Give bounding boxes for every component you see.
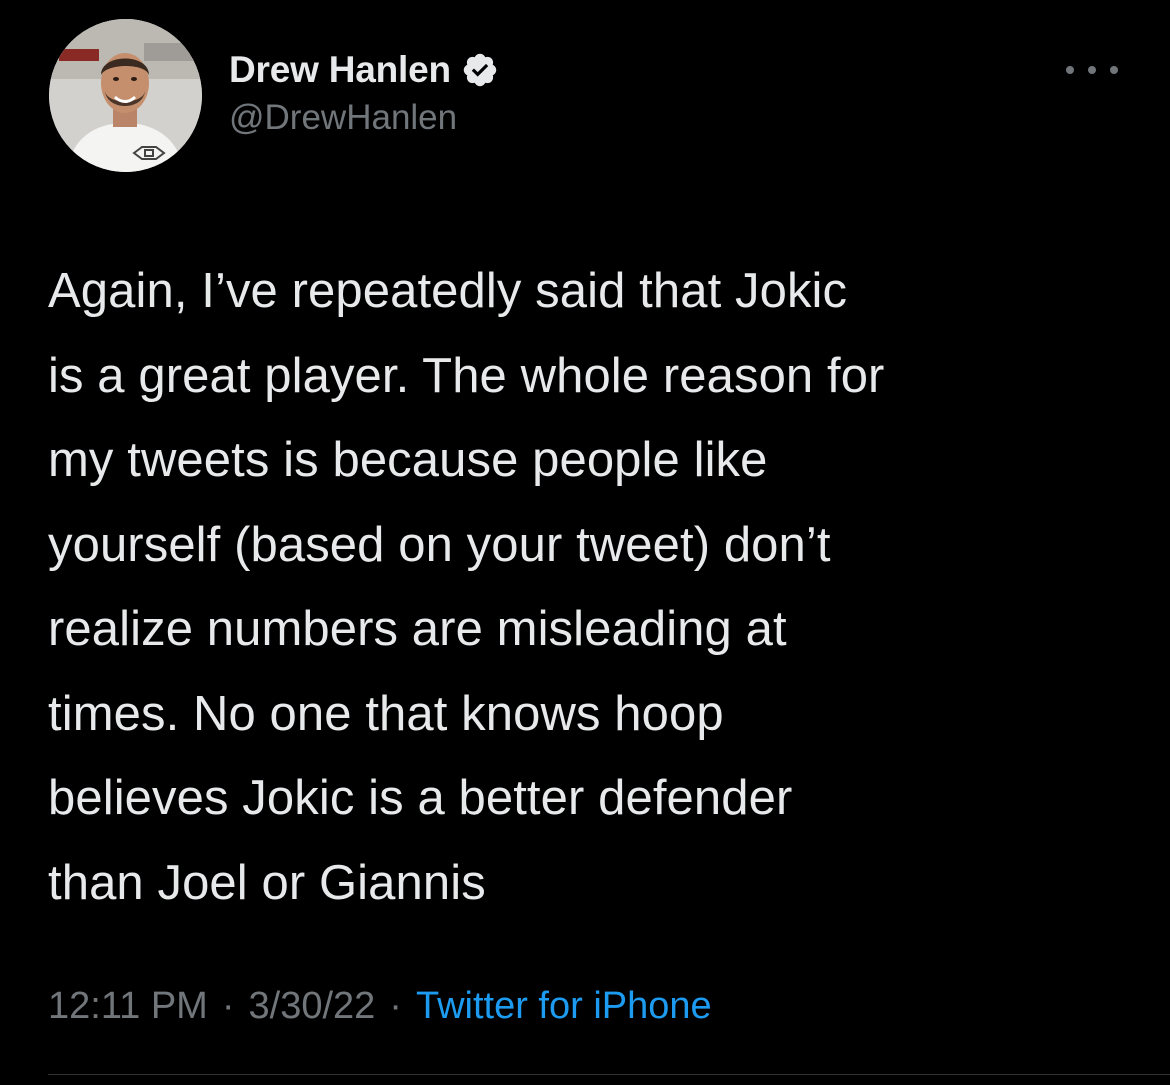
more-options-icon[interactable] bbox=[1066, 60, 1118, 80]
tweet: Drew Hanlen @DrewHanlen Again, I’ve repe… bbox=[0, 0, 1170, 1085]
display-name[interactable]: Drew Hanlen bbox=[229, 49, 451, 91]
meta-separator: · bbox=[221, 985, 235, 1027]
tweet-source-link[interactable]: Twitter for iPhone bbox=[416, 985, 712, 1028]
tweet-meta: 12:11 PM · 3/30/22 · Twitter for iPhone bbox=[48, 985, 712, 1028]
author-block[interactable]: Drew Hanlen @DrewHanlen bbox=[229, 46, 499, 138]
more-dot bbox=[1088, 66, 1096, 74]
tweet-date[interactable]: 3/30/22 bbox=[249, 985, 376, 1028]
tweet-time[interactable]: 12:11 PM bbox=[48, 985, 208, 1028]
avatar[interactable] bbox=[49, 19, 202, 172]
meta-separator: · bbox=[389, 985, 402, 1027]
more-dot bbox=[1066, 66, 1074, 74]
divider bbox=[48, 1074, 1170, 1075]
avatar-image bbox=[49, 19, 202, 172]
more-dot bbox=[1110, 66, 1118, 74]
tweet-text: Again, I’ve repeatedly said that Jokic i… bbox=[48, 264, 885, 910]
verified-badge-icon bbox=[461, 51, 499, 89]
name-row: Drew Hanlen bbox=[229, 46, 499, 94]
user-handle[interactable]: @DrewHanlen bbox=[229, 98, 499, 138]
